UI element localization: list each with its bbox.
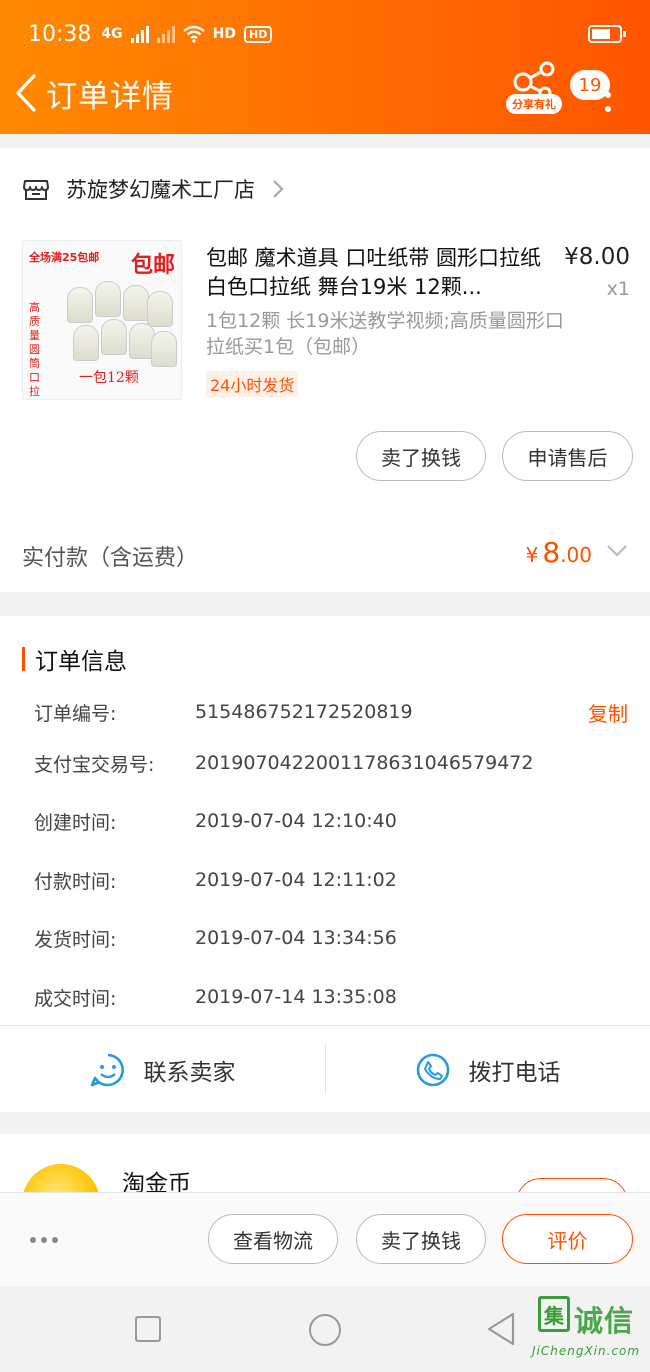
order-number-value: 515486752172520819 [195, 701, 413, 723]
amount-integer: 8 [542, 536, 561, 569]
call-phone-button[interactable]: 拨打电话 [325, 1026, 650, 1114]
completed-time-value: 2019-07-14 13:35:08 [195, 986, 397, 1008]
sell-button[interactable]: 卖了换钱 [356, 1214, 486, 1264]
paid-time-value: 2019-07-04 12:11:02 [195, 869, 397, 891]
call-phone-label: 拨打电话 [468, 1060, 561, 1086]
created-time-value: 2019-07-04 12:10:40 [195, 810, 397, 832]
system-nav-bar: 集 诚信 JiChengXin.com [0, 1286, 650, 1372]
product-quantity: x1 [606, 278, 630, 300]
system-back-icon[interactable] [486, 1312, 516, 1346]
order-info-card: 订单信息 订单编号: 515486752172520819 复制 支付宝交易号:… [0, 616, 650, 1112]
alipay-trade-row: 支付宝交易号: 2019070422001178631046579472 [34, 748, 628, 778]
signal2-icon [156, 25, 175, 43]
message-badge: 19 [570, 70, 610, 100]
copy-order-number-button[interactable]: 复制 [588, 698, 628, 727]
contact-seller-label: 联系卖家 [143, 1060, 236, 1086]
shipped-time-row: 发货时间: 2019-07-04 13:34:56 [34, 923, 628, 953]
order-info-title: 订单信息 [35, 649, 127, 675]
paid-amount-label: 实付款（含运费） [22, 546, 199, 571]
hd2-label: HD [243, 25, 273, 43]
review-button[interactable]: 评价 [502, 1214, 633, 1264]
product-price: ¥8.00 [564, 244, 630, 270]
hd-label: HD [212, 26, 236, 42]
completed-time-label: 成交时间: [34, 987, 117, 1010]
title-bar: 订单详情 分享有礼 19 [0, 61, 650, 120]
order-info-header: 订单信息 [22, 642, 127, 676]
chevron-right-icon [273, 180, 284, 198]
order-number-row: 订单编号: 515486752172520819 复制 [34, 697, 628, 727]
home-button[interactable] [309, 1314, 341, 1346]
store-name: 苏旋梦幻魔术工厂店 [66, 178, 255, 202]
store-icon [23, 180, 49, 200]
share-button[interactable]: 分享有礼 [502, 60, 566, 114]
product-image-side-text: 高质量圆筒口拉纸 [29, 301, 40, 398]
signal-icon [130, 25, 149, 43]
aftersale-button[interactable]: 申请售后 [502, 431, 633, 481]
back-button[interactable] [8, 66, 44, 120]
app-header: 10:38 4G HD HD 订单详情 分享有礼 19 [0, 0, 650, 134]
amount-decimal: .00 [560, 543, 592, 567]
order-item-card: 苏旋梦幻魔术工厂店 全场满25包邮 包邮 高质量圆筒口拉纸 一包12颗 包邮 魔… [0, 148, 650, 592]
paid-time-row: 付款时间: 2019-07-04 12:11:02 [34, 865, 628, 895]
store-link[interactable]: 苏旋梦幻魔术工厂店 [22, 174, 285, 204]
view-logistics-button[interactable]: 查看物流 [208, 1214, 338, 1264]
alipay-trade-value: 2019070422001178631046579472 [195, 752, 534, 774]
status-time: 10:38 [28, 21, 92, 47]
back-arrow-icon [16, 74, 36, 112]
watermark-box: 集 [538, 1296, 570, 1332]
order-number-label: 订单编号: [34, 702, 117, 725]
chat-smile-icon [90, 1053, 124, 1087]
product-title[interactable]: 包邮 魔术道具 口吐纸带 圆形口拉纸 白色口拉纸 舞台19米 12颗... [206, 244, 546, 302]
product-sku: 1包12颗 长19米送教学视频;高质量圆形口拉纸买1包（包邮） [206, 310, 564, 358]
watermark-url: JiChengXin.com [532, 1344, 641, 1358]
network-label: 4G [101, 26, 123, 42]
created-time-label: 创建时间: [34, 811, 117, 834]
shipped-time-value: 2019-07-04 13:34:56 [195, 927, 397, 949]
created-time-row: 创建时间: 2019-07-04 12:10:40 [34, 806, 628, 836]
product-image-bottom-text: 一包12颗 [79, 370, 139, 386]
section-accent-bar [22, 647, 25, 671]
paid-amount: ¥ 8 .00 [526, 536, 592, 569]
alipay-trade-label: 支付宝交易号: [34, 753, 155, 776]
contact-seller-button[interactable]: 联系卖家 [0, 1026, 325, 1114]
sell-item-button[interactable]: 卖了换钱 [356, 431, 486, 481]
shipping-tag: 24小时发货 [206, 371, 299, 397]
currency-symbol: ¥ [525, 543, 539, 567]
phone-icon [416, 1053, 449, 1087]
completed-time-row: 成交时间: 2019-07-14 13:35:08 [34, 982, 628, 1012]
watermark-logo: 集 诚信 JiChengXin.com [530, 1296, 648, 1370]
chevron-down-icon[interactable] [606, 544, 628, 558]
recent-apps-button[interactable] [135, 1316, 161, 1342]
bottom-action-bar: 查看物流 卖了换钱 评价 [0, 1192, 650, 1286]
paper-rolls-illustration [63, 281, 177, 371]
share-label: 分享有礼 [506, 94, 562, 114]
paid-time-label: 付款时间: [34, 870, 117, 893]
page-title: 订单详情 [46, 78, 174, 115]
product-image-top-text: 全场满25包邮 [29, 251, 100, 264]
product-image-right-text: 包邮 [130, 252, 175, 278]
status-bar: 10:38 4G HD HD [28, 18, 626, 50]
status-icons: 4G HD HD [101, 25, 273, 43]
product-image[interactable]: 全场满25包邮 包邮 高质量圆筒口拉纸 一包12颗 [22, 240, 182, 400]
wifi-icon [182, 25, 205, 43]
shipped-time-label: 发货时间: [34, 928, 117, 951]
more-actions-icon[interactable] [30, 1237, 58, 1243]
watermark-text: 诚信 [574, 1304, 635, 1338]
more-menu-button[interactable]: 19 [570, 70, 618, 114]
battery-icon [588, 25, 626, 43]
